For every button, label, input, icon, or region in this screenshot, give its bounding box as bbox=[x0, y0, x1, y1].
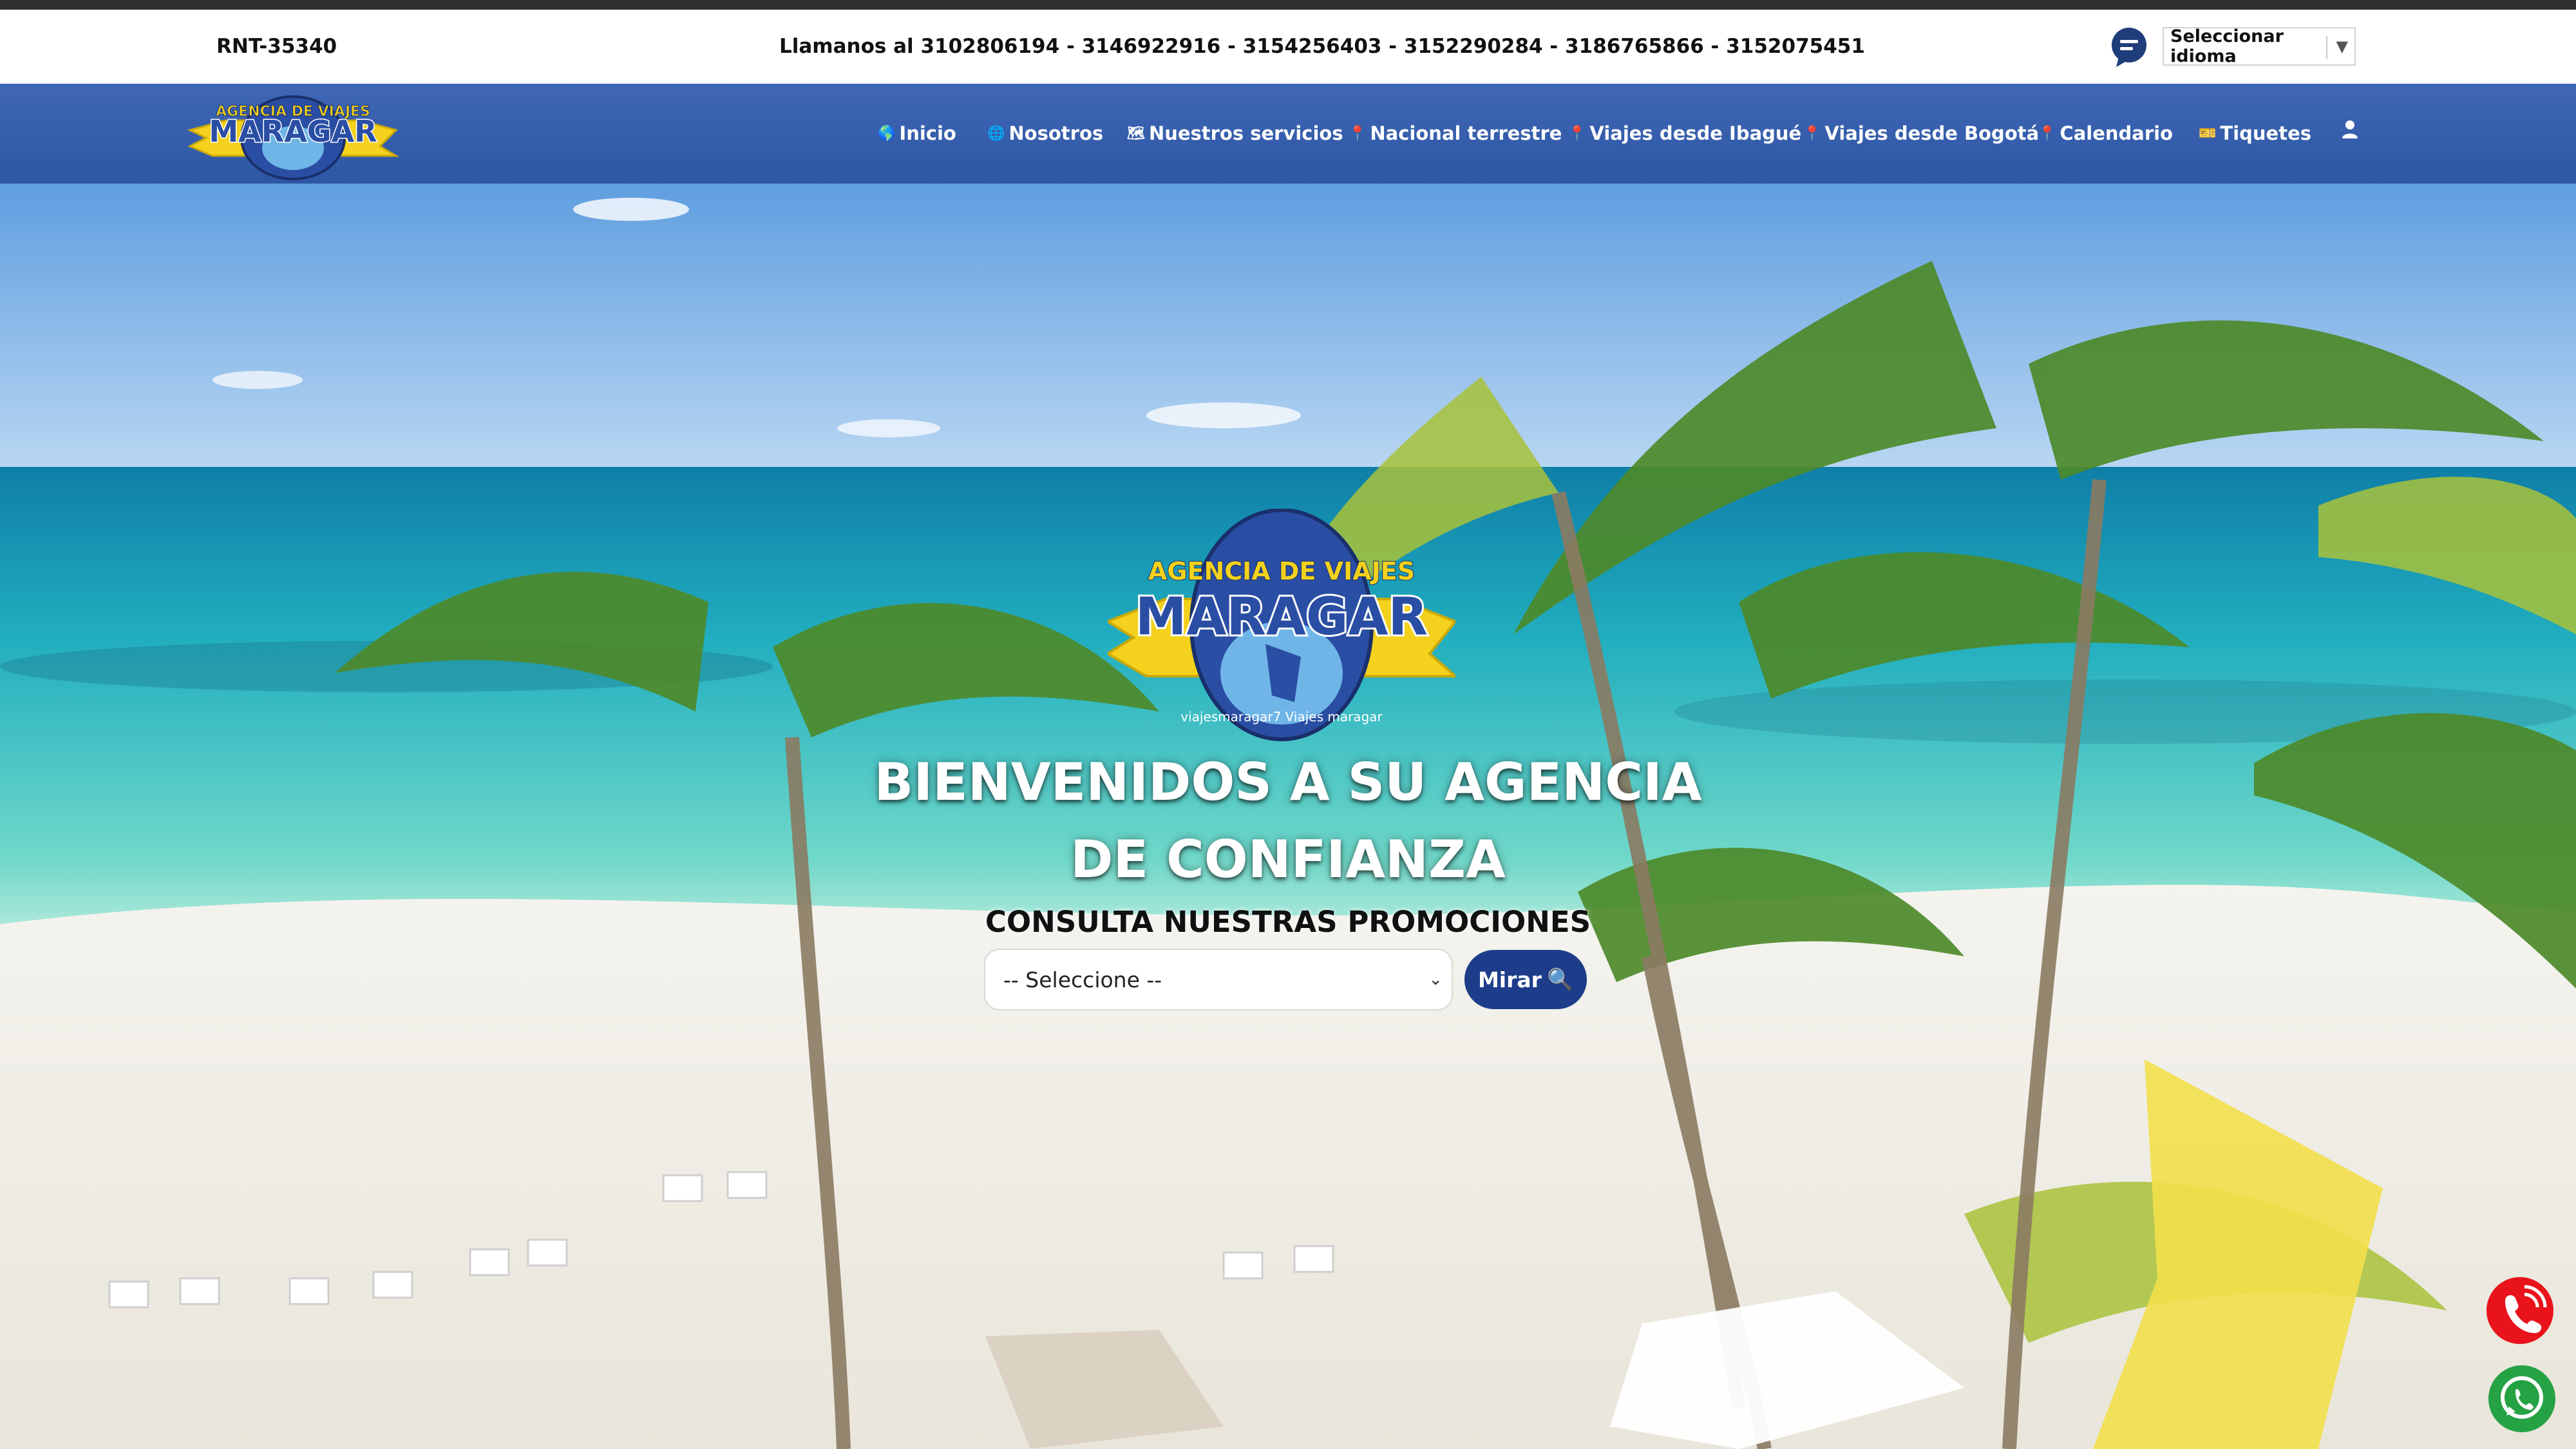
top-strip bbox=[0, 0, 2576, 10]
svg-text:MARAGAR: MARAGAR bbox=[209, 114, 377, 149]
nav-label: Tiquetes bbox=[2220, 122, 2311, 144]
nav-label: Nosotros bbox=[1009, 122, 1104, 144]
nav-item-nosotros[interactable]: 🌐 Nosotros bbox=[987, 84, 1103, 184]
nav-item-inicio[interactable]: 🌎 Inicio bbox=[878, 84, 956, 184]
call-phone-icon[interactable] bbox=[2485, 1275, 2555, 1346]
hero-brand-logo: AGENCIA DE VIAJES MARAGAR viajesmaragar7… bbox=[1108, 509, 1455, 741]
location-icon: 📍 bbox=[1349, 126, 1367, 142]
svg-text:AGENCIA DE VIAJES: AGENCIA DE VIAJES bbox=[1148, 557, 1415, 585]
location-icon: 📍 bbox=[1568, 126, 1586, 142]
search-icon: 🔍 bbox=[1546, 967, 1574, 992]
nav-item-calendario[interactable]: 📍 Calendario bbox=[2038, 84, 2173, 184]
hero-section: AGENCIA DE VIAJES MARAGAR viajesmaragar7… bbox=[0, 184, 2576, 1449]
nav-label: Nacional terrestre bbox=[1370, 122, 1562, 144]
info-bar: RNT-35340 Llamanos al 3102806194 - 31469… bbox=[0, 10, 2576, 84]
chevron-down-icon: ⌄ bbox=[1428, 970, 1443, 989]
nav-item-tiquetes[interactable]: 🎫 Tiquetes bbox=[2199, 84, 2311, 184]
globe-icon: 🌎 bbox=[878, 126, 896, 142]
dropdown-arrow-icon: ▼ bbox=[2336, 37, 2348, 55]
location-icon: 📍 bbox=[2038, 126, 2056, 142]
nav-label: Nuestros servicios bbox=[1148, 122, 1343, 144]
nav-item-nacional-terrestre[interactable]: 📍 Nacional terrestre bbox=[1349, 84, 1562, 184]
whatsapp-icon[interactable] bbox=[2487, 1364, 2557, 1434]
chat-icon[interactable] bbox=[2110, 27, 2148, 68]
nav-item-viajes-bogota[interactable]: 📍 Viajes desde Bogotá bbox=[1803, 84, 2039, 184]
ticket-icon: 🎫 bbox=[2199, 126, 2217, 142]
promotions-select[interactable]: -- Seleccione -- ⌄ bbox=[984, 949, 1453, 1010]
globe-icon: 🌐 bbox=[987, 126, 1005, 142]
svg-text:MARAGAR: MARAGAR bbox=[1135, 587, 1428, 647]
hero-title: BIENVENIDOS A SU AGENCIA DE CONFIANZA bbox=[874, 752, 1702, 889]
nav-label: Viajes desde Bogotá bbox=[1824, 122, 2040, 144]
location-icon: 📍 bbox=[1803, 126, 1821, 142]
nav-label: Calendario bbox=[2060, 122, 2174, 144]
mirar-button[interactable]: Mirar 🔍 bbox=[1464, 950, 1587, 1009]
svg-text:viajesmaragar7 Viajes maragar: viajesmaragar7 Viajes maragar bbox=[1180, 709, 1383, 724]
main-navbar: AGENCIA DE VIAJES MARAGAR 🌎 Inicio 🌐 Nos… bbox=[0, 84, 2576, 184]
user-icon[interactable] bbox=[2342, 120, 2358, 139]
promotions-select-value: -- Seleccione -- bbox=[1003, 967, 1162, 992]
nav-item-servicios[interactable]: 🗺 Nuestros servicios bbox=[1127, 84, 1343, 184]
mirar-button-label: Mirar bbox=[1477, 967, 1542, 992]
brand-logo[interactable]: AGENCIA DE VIAJES MARAGAR bbox=[187, 85, 399, 182]
language-select-divider bbox=[2326, 36, 2327, 59]
nav-item-viajes-ibague[interactable]: 📍 Viajes desde Ibagué bbox=[1568, 84, 1801, 184]
nav-label: Viajes desde Ibagué bbox=[1589, 122, 1802, 144]
info-icon: 🗺 bbox=[1127, 126, 1145, 142]
phone-numbers: Llamanos al 3102806194 - 3146922916 - 31… bbox=[779, 35, 1865, 58]
nav-label: Inicio bbox=[899, 122, 956, 144]
hero-subtitle: CONSULTA NUESTRAS PROMOCIONES bbox=[985, 905, 1591, 939]
rnt-code: RNT-35340 bbox=[216, 35, 337, 58]
language-select[interactable]: Seleccionar idioma ▼ bbox=[2163, 26, 2356, 66]
